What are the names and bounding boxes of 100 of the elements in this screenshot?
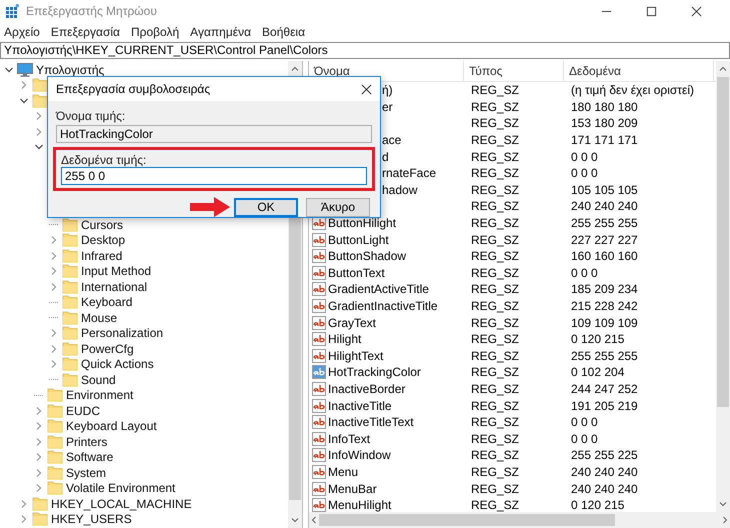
cancel-button[interactable]: Άκυρο: [306, 198, 370, 216]
value-data: 153 180 209: [570, 116, 639, 130]
value-data: 191 205 219: [570, 398, 639, 413]
column-header[interactable]: Τύπος: [464, 61, 564, 81]
menu-item[interactable]: Επεξεργασία: [50, 25, 120, 39]
value-data: 227 227 227: [570, 232, 639, 247]
tree-item[interactable]: Personalization: [81, 326, 164, 340]
value-data: 0 0 0: [570, 150, 599, 164]
value-name[interactable]: MenuHilight: [328, 498, 392, 512]
value-type: REG_SZ: [470, 199, 520, 214]
value-name[interactable]: InfoWindow: [328, 448, 391, 462]
menu-item[interactable]: Βοήθεια: [262, 25, 306, 39]
value-name[interactable]: ή): [382, 83, 393, 98]
tree-item[interactable]: Infrared: [81, 248, 122, 263]
value-data: 255 255 255: [570, 216, 639, 230]
column-header[interactable]: Δεδομένα: [564, 61, 714, 81]
menu-item[interactable]: Αρχείο: [4, 25, 40, 39]
value-field[interactable]: 255 0 0: [61, 167, 367, 185]
tree-item[interactable]: International: [81, 280, 148, 294]
value-type: REG_SZ: [470, 116, 520, 130]
value-type: REG_SZ: [470, 365, 520, 380]
ok-button[interactable]: OK: [234, 198, 298, 216]
tree-item[interactable]: Volatile Environment: [66, 481, 176, 496]
value-type: REG_SZ: [470, 464, 520, 479]
value-type: REG_SZ: [470, 448, 520, 462]
address-bar[interactable]: Υπολογιστής\HKEY_CURRENT_USER\Control Panel\Colors: [0, 42, 730, 59]
tree-item[interactable]: HKEY_LOCAL_MACHINE: [51, 496, 192, 511]
value-name[interactable]: d: [382, 150, 389, 164]
value-name[interactable]: ButtonHilight: [328, 216, 396, 230]
value-name[interactable]: ButtonShadow: [328, 249, 406, 264]
value-name[interactable]: InactiveTitle: [328, 398, 392, 413]
value-data: 255 255 255: [570, 348, 639, 363]
value-data: 105 105 105: [570, 182, 639, 197]
value-name[interactable]: Hilight: [328, 332, 362, 346]
tree-item[interactable]: Input Method: [81, 264, 152, 278]
value-type: REG_SZ: [470, 232, 520, 247]
value-type: REG_SZ: [470, 398, 520, 413]
value-data: 180 180 180: [570, 100, 639, 114]
value-name[interactable]: HilightText: [328, 348, 384, 363]
tree-item[interactable]: HKEY_USERS: [51, 512, 132, 526]
tree-item[interactable]: System: [66, 466, 106, 480]
tree-item[interactable]: Mouse: [81, 310, 118, 325]
value-data: 240 240 240: [570, 482, 639, 496]
value-type: REG_SZ: [470, 382, 520, 396]
value-type: REG_SZ: [470, 249, 520, 264]
tree-item[interactable]: Cursors: [81, 218, 124, 232]
tree-item[interactable]: PowerCfg: [81, 342, 134, 356]
value-name[interactable]: rnateFace: [382, 166, 436, 180]
value-type: REG_SZ: [470, 133, 520, 148]
value-data: 0 120 215: [570, 332, 626, 346]
value-type: REG_SZ: [470, 332, 520, 346]
value-name[interactable]: InactiveTitleText: [328, 415, 414, 430]
value-data: 0 120 215: [570, 498, 626, 512]
tree-item[interactable]: Desktop: [81, 233, 126, 248]
value-type: REG_SZ: [470, 348, 520, 363]
value-name[interactable]: HotTrackingColor: [328, 365, 421, 380]
value-name[interactable]: ace: [382, 133, 402, 148]
name-field[interactable]: HotTrackingColor: [56, 125, 372, 143]
value-type: REG_SZ: [470, 299, 520, 314]
menu-item[interactable]: Προβολή: [130, 25, 180, 39]
value-name[interactable]: InactiveBorder: [328, 382, 406, 396]
value-type: REG_SZ: [470, 100, 520, 114]
value-data: 171 171 171: [570, 133, 639, 148]
tree-item[interactable]: Υπολογιστής: [36, 62, 104, 77]
tree-item[interactable]: Quick Actions: [81, 357, 154, 372]
value-data: 0 0 0: [570, 166, 599, 180]
value-type: REG_SZ: [470, 415, 520, 430]
value-type: REG_SZ: [470, 166, 520, 180]
field-label: Δεδομένα τιμής:: [60, 153, 146, 167]
value-name[interactable]: GradientActiveTitle: [328, 282, 429, 296]
value-name[interactable]: ButtonLight: [328, 232, 389, 247]
tree-item[interactable]: Software: [66, 450, 114, 464]
value-data: 160 160 160: [570, 249, 639, 264]
tree-item[interactable]: Printers: [66, 434, 108, 449]
value-data: 244 247 252: [570, 382, 639, 396]
value-type: REG_SZ: [470, 182, 520, 197]
tree-item[interactable]: Sound: [81, 372, 116, 387]
tree-item[interactable]: EUDC: [66, 404, 100, 418]
value-type: REG_SZ: [470, 282, 520, 296]
value-name[interactable]: ButtonText: [328, 266, 385, 280]
value-type: REG_SZ: [470, 432, 520, 446]
value-data: 240 240 240: [570, 464, 639, 479]
tree-item[interactable]: Environment: [66, 388, 134, 402]
value-name[interactable]: InfoText: [328, 432, 370, 446]
value-name[interactable]: Menu: [328, 464, 358, 479]
value-name[interactable]: er: [382, 100, 393, 114]
tree-item[interactable]: Keyboard: [81, 295, 132, 310]
value-type: REG_SZ: [470, 316, 520, 330]
value-name[interactable]: hadow: [382, 182, 418, 197]
value-name[interactable]: GrayText: [328, 316, 376, 330]
value-data: 215 228 242: [570, 299, 639, 314]
value-name[interactable]: GradientInactiveTitle: [328, 299, 438, 314]
value-type: REG_SZ: [470, 216, 520, 230]
value-data: (η τιμή δεν έχει οριστεί): [570, 83, 696, 98]
value-type: REG_SZ: [470, 482, 520, 496]
value-data: 0 0 0: [570, 415, 599, 430]
value-name[interactable]: MenuBar: [328, 482, 377, 496]
menu-item[interactable]: Αγαπημένα: [190, 25, 252, 39]
field-label: Όνομα τιμής:: [54, 109, 126, 125]
tree-item[interactable]: Keyboard Layout: [66, 419, 157, 434]
